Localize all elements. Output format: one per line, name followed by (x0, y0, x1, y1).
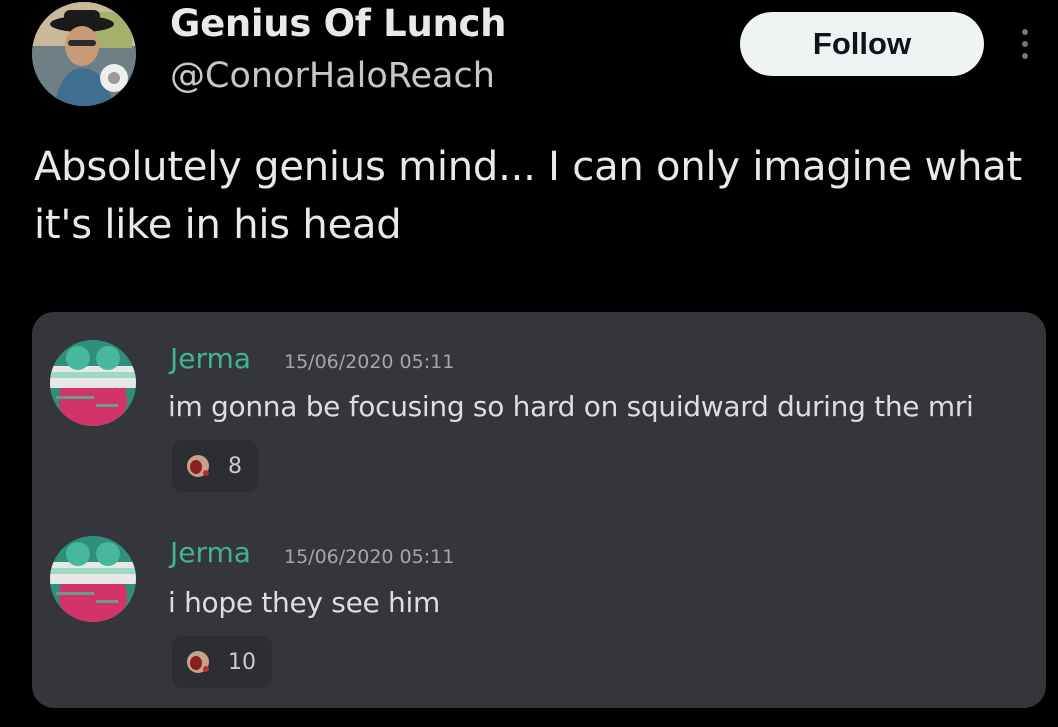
author-avatar (50, 536, 136, 622)
user-avatar[interactable] (32, 2, 136, 106)
message-text: i hope they see him (168, 586, 440, 619)
follow-button[interactable]: Follow (740, 12, 984, 76)
tweet-text: Absolutely genius mind... I can only ima… (34, 144, 1023, 248)
reaction-chip: 8 (172, 440, 258, 492)
message-timestamp: 15/06/2020 05:11 (284, 351, 455, 373)
reaction-chip: 10 (172, 636, 272, 688)
author-avatar-image (50, 340, 136, 426)
message-timestamp: 15/06/2020 05:11 (284, 546, 455, 568)
tweet-header: Genius Of Lunch @ConorHaloReach Follow (0, 0, 1058, 120)
user-handle[interactable]: @ConorHaloReach (170, 56, 495, 96)
bloody-face-emoji-icon (187, 455, 209, 477)
user-avatar-image (32, 2, 136, 106)
tweet-media-image[interactable]: Jerma 15/06/2020 05:11 im gonna be focus… (32, 312, 1046, 708)
more-vertical-icon[interactable] (1010, 22, 1040, 66)
author-avatar (50, 340, 136, 426)
author-avatar-image (50, 536, 136, 622)
message-author: Jerma (170, 536, 251, 569)
reaction-count: 10 (228, 649, 256, 675)
message-text: im gonna be focusing so hard on squidwar… (168, 390, 974, 423)
reaction-count: 8 (228, 453, 242, 479)
message-author: Jerma (170, 342, 251, 375)
display-name[interactable]: Genius Of Lunch (170, 2, 507, 45)
bloody-face-emoji-icon (187, 651, 209, 673)
